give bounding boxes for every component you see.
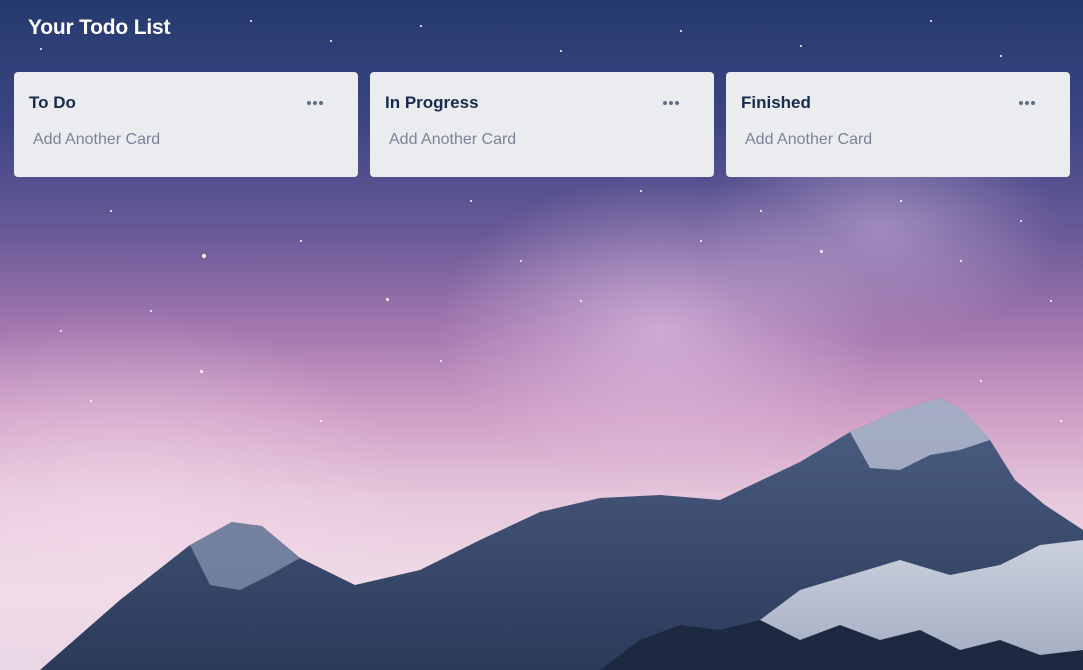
app-title: Your Todo List — [28, 16, 171, 39]
more-horizontal-icon[interactable] — [658, 95, 684, 111]
add-card-button[interactable]: Add Another Card — [33, 131, 343, 149]
list-header: To Do — [29, 92, 343, 114]
more-horizontal-icon[interactable] — [1014, 95, 1040, 111]
list-title[interactable]: In Progress — [385, 93, 479, 113]
list-in-progress: In Progress Add Another Card — [370, 72, 714, 177]
add-card-button[interactable]: Add Another Card — [389, 131, 699, 149]
list-title[interactable]: To Do — [29, 93, 76, 113]
board: To Do Add Another Card In Progress Add A… — [14, 72, 1070, 177]
add-card-button[interactable]: Add Another Card — [745, 131, 1055, 149]
list-header: Finished — [741, 92, 1055, 114]
list-to-do: To Do Add Another Card — [14, 72, 358, 177]
list-header: In Progress — [385, 92, 699, 114]
list-title[interactable]: Finished — [741, 93, 811, 113]
list-finished: Finished Add Another Card — [726, 72, 1070, 177]
more-horizontal-icon[interactable] — [302, 95, 328, 111]
